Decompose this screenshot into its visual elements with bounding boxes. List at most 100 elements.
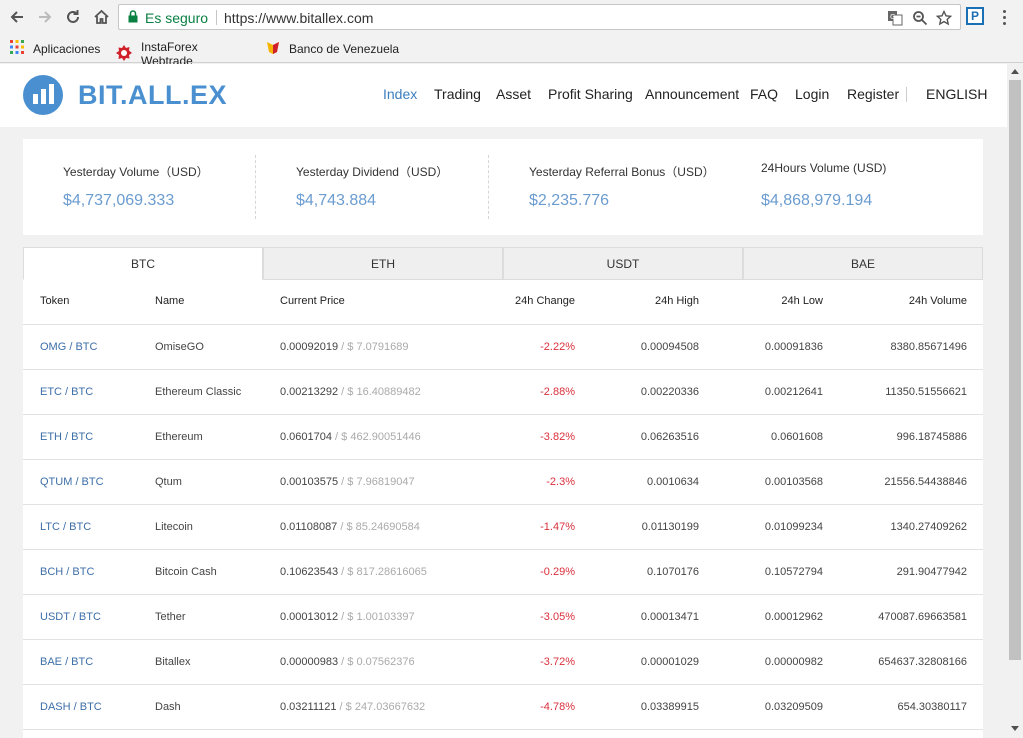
tab-bae[interactable]: BAE bbox=[743, 247, 983, 280]
tab-usdt[interactable]: USDT bbox=[503, 247, 743, 280]
low-24h: 0.10572794 bbox=[764, 566, 823, 578]
table-row[interactable]: BAE / BTC Bitallex 0.00000983 / $ 0.075623… bbox=[23, 640, 983, 685]
browser-chrome: Es seguro https://www.bitallex.com G P A… bbox=[0, 0, 1023, 68]
site-logo[interactable]: BIT.ALL.EX bbox=[23, 75, 227, 115]
high-24h: 0.1070176 bbox=[647, 566, 699, 578]
current-price: 0.00213292 / $ 16.40889482 bbox=[280, 386, 421, 398]
stat-label: Yesterday Dividend（USD） bbox=[296, 165, 449, 179]
low-24h: 0.00091836 bbox=[764, 341, 823, 353]
token-link[interactable]: DASH / BTC bbox=[40, 701, 102, 713]
change-24h: -3.72% bbox=[540, 656, 575, 668]
address-bar[interactable]: Es seguro https://www.bitallex.com G bbox=[118, 4, 961, 30]
table-row[interactable]: OMG / BTC OmiseGO 0.00092019 / $ 7.0791689… bbox=[23, 325, 983, 370]
scrollbar-thumb[interactable] bbox=[1009, 80, 1021, 660]
stat-label: Yesterday Referral Bonus（USD） bbox=[529, 165, 715, 179]
browser-toolbar: Es seguro https://www.bitallex.com G P bbox=[0, 0, 1023, 34]
lock-icon bbox=[128, 10, 138, 28]
nav-index[interactable]: Index bbox=[383, 86, 417, 102]
change-24h: -3.82% bbox=[540, 431, 575, 443]
token-name: Dash bbox=[155, 701, 181, 713]
volume-24h: 654.30380117 bbox=[897, 701, 967, 713]
zoom-icon[interactable] bbox=[911, 9, 929, 27]
token-link[interactable]: OMG / BTC bbox=[40, 341, 97, 353]
extension-icon[interactable]: P bbox=[966, 7, 984, 25]
tab-eth[interactable]: ETH bbox=[263, 247, 503, 280]
browser-menu-icon[interactable] bbox=[998, 6, 1010, 28]
table-row[interactable]: ETC / BTC Ethereum Classic 0.00213292 / $ … bbox=[23, 370, 983, 415]
volume-24h: 996.18745886 bbox=[896, 431, 967, 443]
column-24h-change[interactable]: 24h Change bbox=[515, 295, 575, 307]
table-row[interactable]: QTUM / BTC Qtum 0.00103575 / $ 7.96819047 -… bbox=[23, 460, 983, 505]
token-link[interactable]: USDT / BTC bbox=[40, 611, 101, 623]
price-btc: 0.03211121 bbox=[280, 701, 337, 713]
column-24h-low[interactable]: 24h Low bbox=[781, 295, 823, 307]
volume-24h: 11350.51556621 bbox=[885, 386, 967, 398]
nav-trading[interactable]: Trading bbox=[434, 86, 481, 102]
page-scrollbar[interactable] bbox=[1007, 64, 1023, 738]
change-24h: -4.78% bbox=[540, 701, 575, 713]
scroll-down-arrow-icon[interactable] bbox=[1011, 726, 1019, 731]
low-24h: 0.0601608 bbox=[771, 431, 823, 443]
token-name: OmiseGO bbox=[155, 341, 204, 353]
language-selector[interactable]: ENGLISH bbox=[926, 86, 987, 102]
token-link[interactable]: QTUM / BTC bbox=[40, 476, 104, 488]
token-link[interactable]: BAE / BTC bbox=[40, 656, 93, 668]
tab-btc[interactable]: BTC bbox=[23, 247, 263, 280]
translate-icon[interactable]: G bbox=[886, 9, 904, 27]
price-btc: 0.0601704 bbox=[280, 431, 332, 443]
nav-profit-sharing[interactable]: Profit Sharing bbox=[548, 86, 633, 102]
low-24h: 0.03209509 bbox=[764, 701, 823, 713]
high-24h: 0.00013471 bbox=[640, 611, 699, 623]
stat-divider bbox=[488, 155, 489, 219]
table-row[interactable]: ETH / BTC Ethereum 0.0601704 / $ 462.90051… bbox=[23, 415, 983, 460]
token-link[interactable]: LTC / BTC bbox=[40, 521, 91, 533]
token-name: Bitcoin Cash bbox=[155, 566, 217, 578]
table-header: Token Name Current Price 24h Change 24h … bbox=[23, 280, 983, 325]
volume-24h: 470087.69663581 bbox=[878, 611, 967, 623]
instaforex-icon bbox=[116, 44, 132, 64]
nav-login[interactable]: Login bbox=[795, 86, 829, 102]
url-text[interactable]: https://www.bitallex.com bbox=[224, 10, 373, 26]
column-24h-high[interactable]: 24h High bbox=[655, 295, 699, 307]
token-link[interactable]: ETC / BTC bbox=[40, 386, 93, 398]
banco-venezuela-icon bbox=[266, 40, 280, 57]
bookmark-banco[interactable]: Banco de Venezuela bbox=[266, 40, 399, 57]
svg-text:G: G bbox=[890, 13, 895, 21]
current-price: 0.00000983 / $ 0.07562376 bbox=[280, 656, 415, 668]
forward-arrow-icon[interactable] bbox=[34, 6, 56, 28]
home-icon[interactable] bbox=[90, 6, 112, 28]
token-name: Ethereum bbox=[155, 431, 203, 443]
table-row[interactable]: USDT / BTC Tether 0.00013012 / $ 1.0010339… bbox=[23, 595, 983, 640]
high-24h: 0.00094508 bbox=[640, 341, 699, 353]
reload-icon[interactable] bbox=[62, 6, 84, 28]
token-link[interactable]: BCH / BTC bbox=[40, 566, 94, 578]
low-24h: 0.00012962 bbox=[764, 611, 823, 623]
token-name: Bitallex bbox=[155, 656, 191, 668]
table-row[interactable]: BCH / BTC Bitcoin Cash 0.10623543 / $ 817.… bbox=[23, 550, 983, 595]
price-usd: / $ 7.96819047 bbox=[338, 476, 415, 488]
scroll-up-arrow-icon[interactable] bbox=[1011, 69, 1019, 74]
table-row[interactable]: DASH / BTC Dash 0.03211121 / $ 247.0366763… bbox=[23, 685, 983, 730]
table-row[interactable]: LTC / BTC Litecoin 0.01108087 / $ 85.24690… bbox=[23, 505, 983, 550]
bookmark-apps[interactable]: Aplicaciones bbox=[10, 40, 100, 57]
column-24h-volume[interactable]: 24h Volume bbox=[909, 295, 967, 307]
volume-24h: 21556.54438846 bbox=[884, 476, 967, 488]
volume-24h: 1340.27409262 bbox=[890, 521, 967, 533]
price-usd: / $ 16.40889482 bbox=[338, 386, 421, 398]
current-price: 0.00103575 / $ 7.96819047 bbox=[280, 476, 415, 488]
column-current-price[interactable]: Current Price bbox=[280, 295, 345, 307]
nav-asset[interactable]: Asset bbox=[496, 86, 531, 102]
token-link[interactable]: ETH / BTC bbox=[40, 431, 93, 443]
nav-faq[interactable]: FAQ bbox=[750, 86, 778, 102]
apps-grid-icon bbox=[10, 40, 24, 57]
column-token[interactable]: Token bbox=[40, 295, 69, 307]
stats-panel: Yesterday Volume（USD） $4,737,069.333 Yes… bbox=[23, 139, 983, 235]
column-name[interactable]: Name bbox=[155, 295, 184, 307]
price-usd: / $ 85.24690584 bbox=[337, 521, 420, 533]
bookmark-label: Banco de Venezuela bbox=[289, 41, 400, 56]
bookmark-star-icon[interactable] bbox=[935, 9, 953, 27]
market-tabs: BTC ETH USDT BAE bbox=[23, 247, 983, 280]
nav-announcement[interactable]: Announcement bbox=[645, 86, 739, 102]
nav-register[interactable]: Register bbox=[847, 86, 899, 102]
back-arrow-icon[interactable] bbox=[6, 6, 28, 28]
